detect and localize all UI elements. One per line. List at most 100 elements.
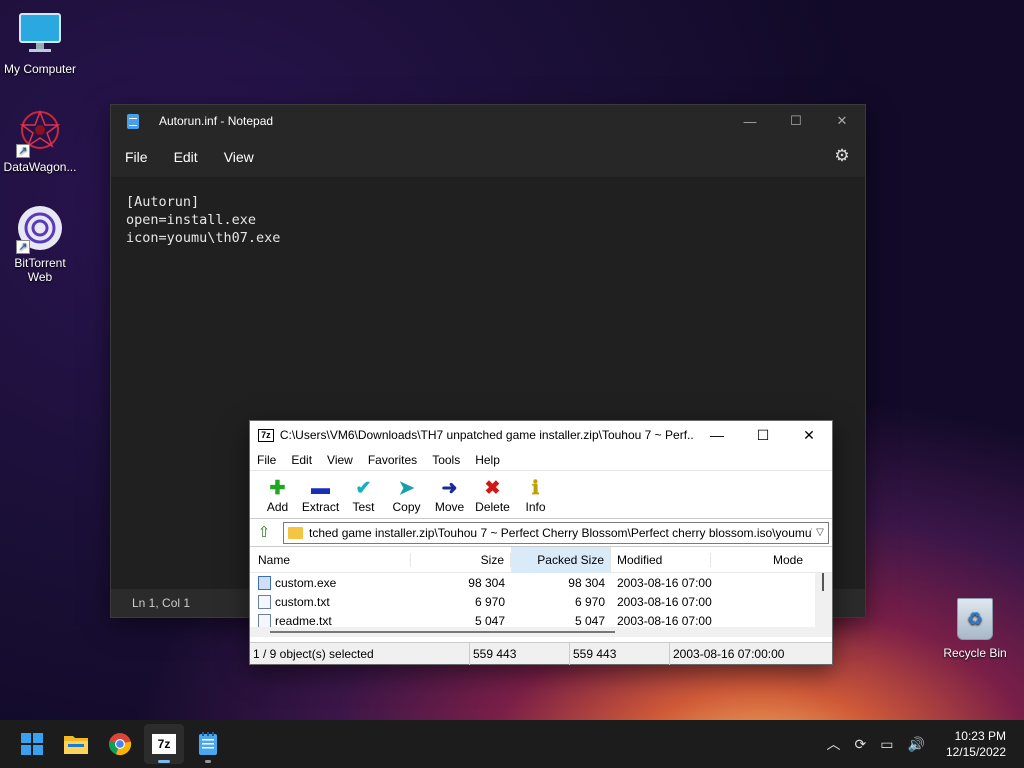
vertical-scrollbar[interactable] (815, 573, 832, 627)
windows-logo-icon (21, 733, 43, 755)
desktop-icon-datawagon[interactable]: ↗ DataWagon... (0, 108, 80, 174)
notepad-taskbar-button[interactable] (188, 724, 228, 764)
close-button[interactable]: ✕ (819, 105, 865, 137)
close-button[interactable]: ✕ (786, 421, 832, 449)
minimize-button[interactable]: — (694, 421, 740, 449)
maximize-button[interactable]: ☐ (740, 421, 786, 449)
settings-gear-icon[interactable]: ⚙ (833, 147, 851, 165)
7zip-title-bar[interactable]: 7z C:\Users\VM6\Downloads\TH7 unpatched … (250, 421, 832, 449)
table-row[interactable]: readme.txt 5 047 5 047 2003-08-16 07:00 (250, 611, 832, 627)
file-packed-size: 5 047 (574, 613, 605, 628)
desktop-icon-recycle-bin[interactable]: Recycle Bin (935, 598, 1015, 660)
notepad-icon (199, 732, 217, 755)
extract-button[interactable]: ▬ Extract (299, 478, 342, 514)
7zip-logo-icon: 7z (258, 428, 274, 442)
table-row[interactable]: custom.exe 98 304 98 304 2003-08-16 07:0… (250, 573, 832, 592)
file-explorer-button[interactable] (56, 724, 96, 764)
clock-date: 12/15/2022 (945, 745, 1006, 759)
menu-view[interactable]: View (327, 453, 353, 467)
menu-edit[interactable]: Edit (291, 453, 312, 467)
file-name: custom.txt (275, 594, 330, 609)
maximize-button[interactable]: ☐ (773, 105, 819, 137)
text-file-icon (258, 613, 271, 627)
file-size: 98 304 (468, 575, 505, 590)
delete-label: Delete (475, 500, 510, 514)
column-mode[interactable]: Mode (711, 553, 809, 567)
up-folder-icon[interactable]: ⇧ (255, 524, 273, 542)
7zip-title: C:\Users\VM6\Downloads\TH7 unpatched gam… (279, 428, 694, 442)
exe-file-icon (258, 575, 271, 590)
test-label: Test (352, 500, 375, 514)
7zip-window[interactable]: 7z C:\Users\VM6\Downloads\TH7 unpatched … (249, 420, 833, 665)
folder-icon (64, 736, 88, 754)
clock-time: 10:23 PM (954, 729, 1006, 743)
file-size: 6 970 (474, 594, 505, 609)
menu-file[interactable]: File (125, 149, 148, 165)
column-modified[interactable]: Modified (611, 552, 711, 567)
file-name: custom.exe (275, 575, 337, 590)
file-modified: 2003-08-16 07:00 (617, 594, 712, 609)
move-button[interactable]: ➜ Move (428, 478, 471, 514)
desktop-icon-my-computer[interactable]: My Computer (0, 10, 80, 76)
monitor-icon (16, 10, 64, 58)
7zip-logo-icon: 7z (152, 734, 176, 754)
desktop-icon-label: BitTorrent Web (14, 256, 66, 284)
x-icon: ✖ (484, 478, 501, 499)
list-header: Name Size Packed Size Modified Mode (250, 547, 832, 573)
chrome-button[interactable] (100, 724, 140, 764)
test-button[interactable]: ✔ Test (342, 478, 385, 514)
datawagon-icon: ↗ (16, 108, 64, 158)
address-path: tched game installer.zip\Touhou 7 ~ Perf… (309, 525, 812, 540)
7zip-status-bar: 1 / 9 object(s) selected 559 443 559 443… (250, 642, 832, 665)
bittorrent-icon: ↗ (16, 204, 64, 254)
file-name: readme.txt (275, 613, 332, 628)
file-modified: 2003-08-16 07:00 (617, 613, 712, 628)
7zip-taskbar-button[interactable]: 7z (144, 724, 184, 764)
column-packed-size[interactable]: Packed Size (511, 547, 611, 573)
volume-icon[interactable]: 🔊 (908, 736, 925, 753)
info-label: Info (525, 500, 546, 514)
table-row[interactable]: custom.txt 6 970 6 970 2003-08-16 07:00 (250, 592, 832, 611)
folder-icon (288, 526, 303, 539)
start-button[interactable] (12, 724, 52, 764)
chrome-icon (109, 733, 132, 756)
file-packed-size: 98 304 (568, 575, 605, 590)
file-size: 5 047 (474, 613, 505, 628)
column-name[interactable]: Name (250, 552, 411, 567)
info-button[interactable]: ℹ Info (514, 478, 557, 514)
menu-file[interactable]: File (257, 453, 276, 467)
add-label: Add (266, 500, 289, 514)
desktop-icon-bittorrent[interactable]: ↗ BitTorrent Web (0, 204, 80, 284)
menu-tools[interactable]: Tools (432, 453, 460, 467)
chevron-up-icon[interactable]: ︿ (827, 734, 841, 754)
menu-edit[interactable]: Edit (174, 149, 198, 165)
menu-favorites[interactable]: Favorites (368, 453, 417, 467)
status-selected: 1 / 9 object(s) selected (250, 642, 470, 665)
address-bar: ⇧ tched game installer.zip\Touhou 7 ~ Pe… (250, 519, 832, 547)
desktop-icon-label: DataWagon... (3, 160, 77, 174)
delete-button[interactable]: ✖ Delete (471, 478, 514, 514)
clock[interactable]: 10:23 PM 12/15/2022 (946, 728, 1006, 760)
minimize-button[interactable]: — (727, 105, 773, 137)
notepad-title-bar[interactable]: Autorun.inf - Notepad — ☐ ✕ (111, 105, 865, 137)
desktop-icon-label: Recycle Bin (943, 646, 1007, 660)
column-size[interactable]: Size (411, 552, 511, 567)
7zip-toolbar: ✚ Add ▬ Extract ✔ Test ➤ Copy ➜ Move ✖ Delete … (250, 471, 832, 519)
copy-button[interactable]: ➤ Copy (385, 478, 428, 514)
double-arrow-icon: ➤ (398, 478, 415, 499)
shortcut-arrow-icon: ↗ (16, 240, 30, 254)
recycle-bin-icon (957, 598, 993, 640)
horizontal-scrollbar[interactable] (250, 627, 832, 637)
info-icon: ℹ (531, 478, 540, 499)
address-input[interactable]: tched game installer.zip\Touhou 7 ~ Perf… (283, 521, 829, 544)
plus-icon: ✚ (269, 478, 286, 499)
file-modified: 2003-08-16 07:00 (617, 575, 712, 590)
menu-view[interactable]: View (224, 149, 254, 165)
chevron-down-icon[interactable]: ▽ (812, 527, 828, 538)
sync-icon[interactable]: ⟳ (855, 736, 867, 753)
network-icon[interactable]: ▭ (880, 736, 893, 753)
add-button[interactable]: ✚ Add (256, 478, 299, 514)
menu-help[interactable]: Help (475, 453, 500, 467)
move-label: Move (434, 500, 465, 514)
copy-label: Copy (392, 500, 421, 514)
